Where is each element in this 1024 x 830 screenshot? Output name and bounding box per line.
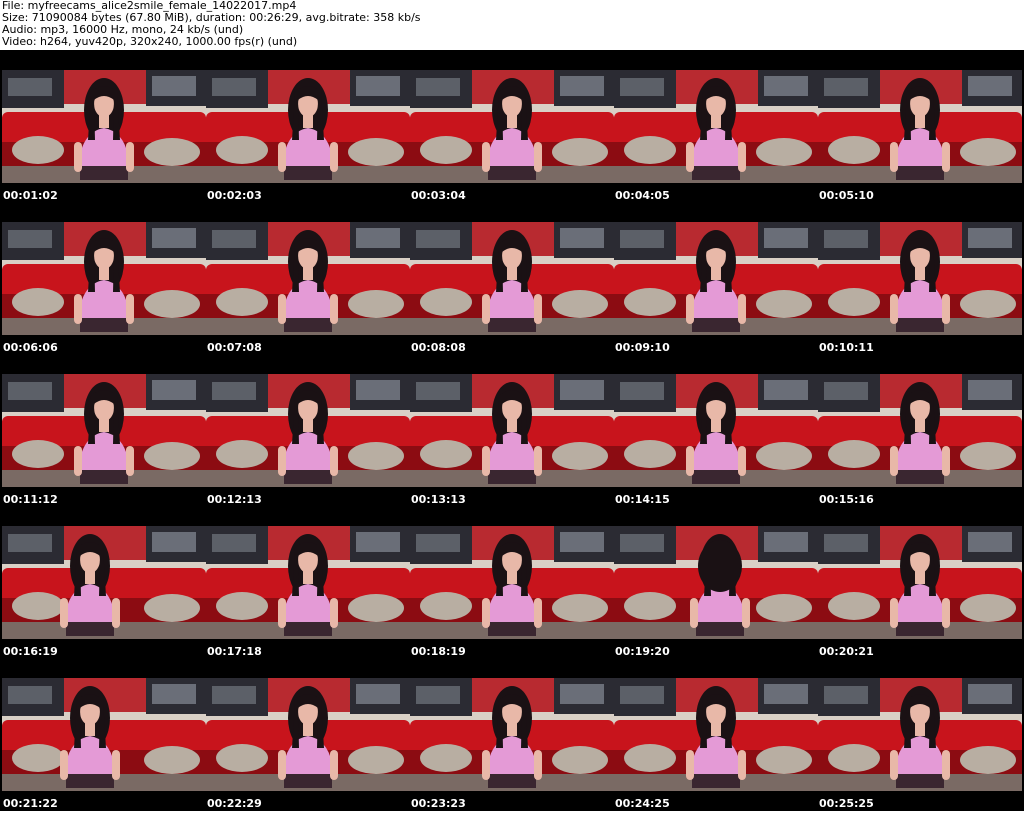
- timestamp-label: 00:13:13: [411, 493, 466, 506]
- video-frame-thumbnail: [2, 678, 206, 791]
- timestamp-label: 00:01:02: [3, 189, 58, 202]
- video-frame-thumbnail: [410, 70, 614, 183]
- video-info-line: Video: h264, yuv420p, 320x240, 1000.00 f…: [2, 35, 298, 48]
- video-frame-thumbnail: [410, 526, 614, 639]
- video-frame-thumbnail: [206, 678, 410, 791]
- thumbnail-cell: 00:23:23: [410, 678, 614, 830]
- thumbnail-cell: 00:13:13: [410, 374, 614, 526]
- thumbnail-cell: 00:06:06: [2, 222, 206, 374]
- video-frame-thumbnail: [206, 222, 410, 335]
- thumbnail-cell: 00:25:25: [818, 678, 1022, 830]
- timestamp-label: 00:15:16: [819, 493, 874, 506]
- thumbnail-cell: 00:21:22: [2, 678, 206, 830]
- timestamp-label: 00:22:29: [207, 797, 262, 810]
- thumbnail-cell: 00:11:12: [2, 374, 206, 526]
- timestamp-label: 00:08:08: [411, 341, 466, 354]
- timestamp-label: 00:17:18: [207, 645, 262, 658]
- video-frame-thumbnail: [614, 678, 818, 791]
- thumbnail-cell: 00:22:29: [206, 678, 410, 830]
- timestamp-label: 00:25:25: [819, 797, 874, 810]
- video-frame-thumbnail: [206, 70, 410, 183]
- thumbnail-cell: 00:17:18: [206, 526, 410, 678]
- thumbnail-cell: 00:09:10: [614, 222, 818, 374]
- file-info-header: File: myfreecams_alice2smile_female_1402…: [0, 0, 1024, 50]
- timestamp-label: 00:10:11: [819, 341, 874, 354]
- timestamp-label: 00:05:10: [819, 189, 874, 202]
- video-frame-thumbnail: [2, 70, 206, 183]
- video-frame-thumbnail: [614, 70, 818, 183]
- thumbnail-cell: 00:15:16: [818, 374, 1022, 526]
- thumbnail-cell: 00:16:19: [2, 526, 206, 678]
- thumbnail-cell: 00:01:02: [2, 70, 206, 222]
- video-frame-thumbnail: [818, 374, 1022, 487]
- thumbnail-cell: 00:20:21: [818, 526, 1022, 678]
- video-frame-thumbnail: [818, 222, 1022, 335]
- timestamp-label: 00:12:13: [207, 493, 262, 506]
- video-frame-thumbnail: [206, 526, 410, 639]
- timestamp-label: 00:21:22: [3, 797, 58, 810]
- timestamp-label: 00:09:10: [615, 341, 670, 354]
- timestamp-label: 00:06:06: [3, 341, 58, 354]
- thumbnail-cell: 00:24:25: [614, 678, 818, 830]
- video-frame-thumbnail: [614, 222, 818, 335]
- thumbnail-grid: 00:01:02 00:02:03 00:03:04 00:04:05 00:05:10…: [2, 70, 1022, 830]
- thumbnail-cell: 00:19:20: [614, 526, 818, 678]
- timestamp-label: 00:14:15: [615, 493, 670, 506]
- video-frame-thumbnail: [818, 70, 1022, 183]
- thumbnail-sheet: 00:01:02 00:02:03 00:03:04 00:04:05 00:05:10…: [0, 50, 1024, 811]
- video-frame-thumbnail: [2, 222, 206, 335]
- timestamp-label: 00:02:03: [207, 189, 262, 202]
- video-frame-thumbnail: [614, 526, 818, 639]
- timestamp-label: 00:18:19: [411, 645, 466, 658]
- video-frame-thumbnail: [410, 222, 614, 335]
- thumbnail-cell: 00:02:03: [206, 70, 410, 222]
- video-frame-thumbnail: [410, 678, 614, 791]
- video-frame-thumbnail: [2, 526, 206, 639]
- timestamp-label: 00:03:04: [411, 189, 466, 202]
- timestamp-label: 00:04:05: [615, 189, 670, 202]
- timestamp-label: 00:19:20: [615, 645, 670, 658]
- video-frame-thumbnail: [614, 374, 818, 487]
- thumbnail-cell: 00:14:15: [614, 374, 818, 526]
- contact-sheet-page: { "header": { "file_line": "File: myfree…: [0, 0, 1024, 811]
- video-frame-thumbnail: [410, 374, 614, 487]
- thumbnail-cell: 00:03:04: [410, 70, 614, 222]
- thumbnail-cell: 00:12:13: [206, 374, 410, 526]
- thumbnail-cell: 00:04:05: [614, 70, 818, 222]
- timestamp-label: 00:20:21: [819, 645, 874, 658]
- thumbnail-cell: 00:08:08: [410, 222, 614, 374]
- thumbnail-cell: 00:18:19: [410, 526, 614, 678]
- thumbnail-cell: 00:05:10: [818, 70, 1022, 222]
- video-frame-thumbnail: [2, 374, 206, 487]
- thumbnail-cell: 00:10:11: [818, 222, 1022, 374]
- timestamp-label: 00:16:19: [3, 645, 58, 658]
- timestamp-label: 00:24:25: [615, 797, 670, 810]
- timestamp-label: 00:11:12: [3, 493, 58, 506]
- timestamp-label: 00:23:23: [411, 797, 466, 810]
- video-frame-thumbnail: [818, 526, 1022, 639]
- video-frame-thumbnail: [818, 678, 1022, 791]
- thumbnail-cell: 00:07:08: [206, 222, 410, 374]
- video-frame-thumbnail: [206, 374, 410, 487]
- timestamp-label: 00:07:08: [207, 341, 262, 354]
